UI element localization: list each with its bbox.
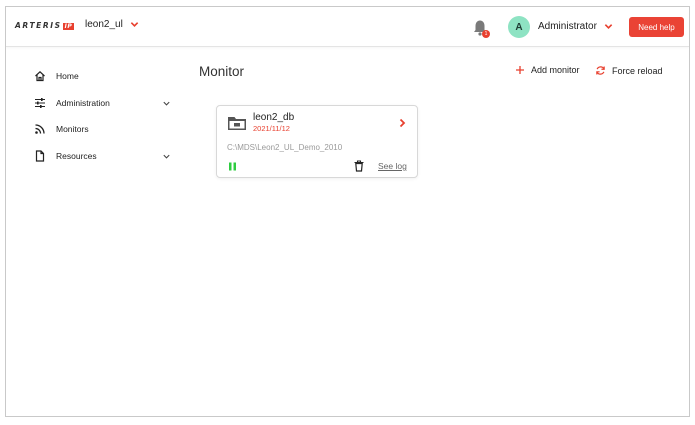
app-window: ARTERIS IP leon2_ul 1 A Administrator Nee… xyxy=(5,6,690,417)
force-reload-label: Force reload xyxy=(612,65,663,76)
sidebar: Home Administration Monitors Resources xyxy=(34,63,174,169)
chevron-down-icon xyxy=(604,24,613,29)
notification-badge: 1 xyxy=(482,30,490,38)
logo-text: ARTERIS xyxy=(15,21,62,30)
top-bar: ARTERIS IP leon2_ul 1 A Administrator Nee… xyxy=(6,7,689,47)
sliders-icon xyxy=(34,97,46,109)
chevron-right-icon[interactable] xyxy=(397,118,407,128)
monitor-path: C:\MDS\Leon2_UL_Demo_2010 xyxy=(227,143,343,152)
sidebar-item-label: Resources xyxy=(56,150,97,161)
sidebar-item-label: Monitors xyxy=(56,124,89,135)
monitor-card[interactable]: leon2_db 2021/11/12 C:\MDS\Leon2_UL_Demo… xyxy=(216,105,418,178)
sidebar-item-administration[interactable]: Administration xyxy=(34,90,174,117)
folder-icon xyxy=(228,117,246,130)
rss-icon xyxy=(34,123,46,135)
file-icon xyxy=(34,150,46,162)
user-menu[interactable]: Administrator xyxy=(538,21,613,32)
home-icon xyxy=(34,70,46,82)
project-name: leon2_ul xyxy=(85,19,123,30)
plus-icon xyxy=(516,66,524,74)
add-monitor-label: Add monitor xyxy=(531,65,580,75)
trash-icon[interactable] xyxy=(354,160,364,172)
sidebar-item-home[interactable]: Home xyxy=(34,63,174,90)
arteris-logo[interactable]: ARTERIS IP xyxy=(15,21,75,30)
page-title: Monitor xyxy=(199,64,245,79)
force-reload-button[interactable]: Force reload xyxy=(595,65,663,76)
chevron-down-icon xyxy=(130,22,139,27)
chevron-down-icon[interactable] xyxy=(162,152,171,161)
monitor-name: leon2_db xyxy=(253,112,295,123)
sidebar-item-monitors[interactable]: Monitors xyxy=(34,116,174,143)
avatar[interactable]: A xyxy=(508,16,530,38)
project-selector[interactable]: leon2_ul xyxy=(85,19,139,30)
sidebar-item-label: Administration xyxy=(56,97,110,108)
monitor-date: 2021/11/12 xyxy=(253,124,290,133)
refresh-icon xyxy=(596,66,605,75)
chevron-down-icon[interactable] xyxy=(162,99,171,108)
pause-icon[interactable] xyxy=(228,162,237,171)
logo-suffix: IP xyxy=(62,23,75,30)
sidebar-item-resources[interactable]: Resources xyxy=(34,143,174,170)
notifications-button[interactable]: 1 xyxy=(472,19,490,38)
user-name: Administrator xyxy=(538,21,597,32)
sidebar-item-label: Home xyxy=(56,71,79,82)
need-help-button[interactable]: Need help xyxy=(629,17,684,37)
add-monitor-button[interactable]: Add monitor xyxy=(515,65,580,75)
see-log-link[interactable]: See log xyxy=(378,161,407,171)
